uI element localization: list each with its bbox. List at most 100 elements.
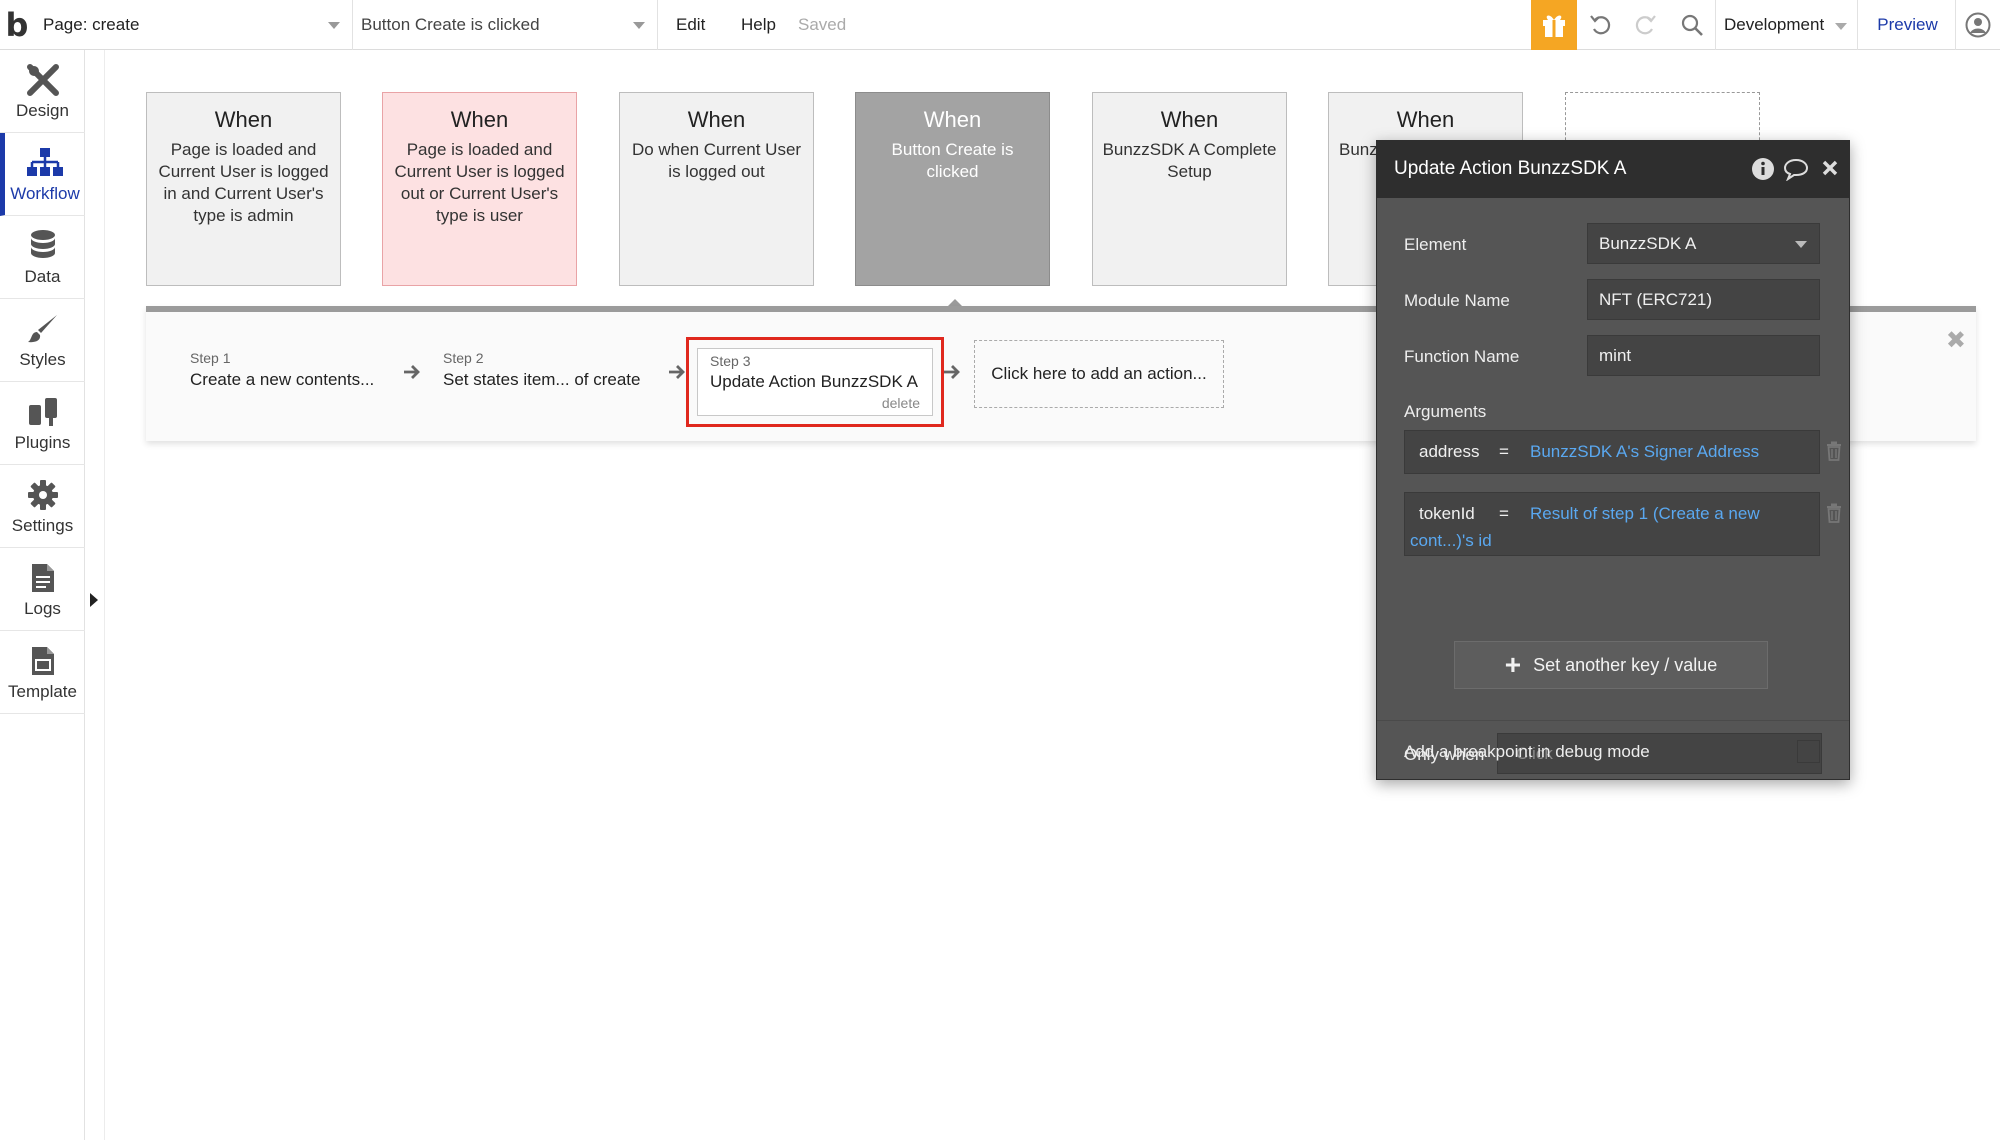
- gear-icon: [27, 476, 59, 514]
- preview-link[interactable]: Preview: [1860, 0, 1956, 50]
- saved-status: Saved: [798, 15, 847, 34]
- nav-label: Template: [8, 682, 77, 701]
- step-title: Set states item... of create: [443, 370, 641, 389]
- environment-selector[interactable]: Development: [1716, 0, 1858, 50]
- argument-row[interactable]: address = BunzzSDK A's Signer Address: [1404, 430, 1820, 474]
- event-description: Page is loaded and Current User is logge…: [158, 140, 329, 225]
- page-selector[interactable]: Page: create: [35, 0, 353, 50]
- argument-equals: =: [1499, 504, 1509, 523]
- help-menu[interactable]: Help: [741, 0, 776, 50]
- database-icon: [29, 227, 57, 265]
- edit-menu[interactable]: Edit: [676, 0, 705, 50]
- chevron-down-icon: [633, 22, 645, 29]
- redo-icon: [1635, 15, 1656, 35]
- nav-label: Plugins: [14, 433, 71, 452]
- event-card[interactable]: When Page is loaded and Current User is …: [382, 92, 577, 286]
- step-title: Update Action BunzzSDK A: [710, 372, 918, 391]
- close-icon[interactable]: ✖: [1946, 326, 1966, 355]
- account-button[interactable]: [1956, 0, 2000, 50]
- workflow-step-2[interactable]: Step 2 Set states item... of create: [443, 350, 640, 390]
- left-nav: Design Workflow Data Styles Plugins Sett…: [0, 50, 85, 1140]
- arrow-right-icon: [944, 365, 960, 379]
- argument-value[interactable]: BunzzSDK A's Signer Address: [1530, 438, 1759, 466]
- panel-header: Update Action BunzzSDK A: [1377, 141, 1849, 198]
- event-card[interactable]: When Do when Current User is logged out: [619, 92, 814, 286]
- panel-title: Update Action BunzzSDK A: [1394, 158, 1627, 179]
- page-selector-label: Page: create: [43, 15, 140, 34]
- trash-icon[interactable]: [1826, 441, 1842, 461]
- redo-button[interactable]: [1624, 0, 1666, 50]
- argument-row[interactable]: tokenId = Result of step 1 (Create a new…: [1404, 492, 1820, 556]
- design-icon: [26, 61, 60, 99]
- bubble-logo[interactable]: b: [0, 0, 34, 50]
- event-when: When: [687, 107, 746, 132]
- element-value: BunzzSDK A: [1599, 233, 1697, 253]
- canvas-divider: [104, 50, 105, 1140]
- nav-styles[interactable]: Styles: [0, 299, 85, 382]
- nav-design[interactable]: Design: [0, 50, 85, 133]
- nav-template[interactable]: Template: [0, 631, 85, 714]
- event-card[interactable]: When Page is loaded and Current User is …: [146, 92, 341, 286]
- template-icon: [30, 642, 56, 680]
- nav-logs[interactable]: Logs: [0, 548, 85, 631]
- function-name-label: Function Name: [1404, 347, 1520, 366]
- nav-label: Workflow: [10, 184, 80, 203]
- delete-step-link[interactable]: delete: [882, 395, 920, 411]
- gift-icon: [1543, 15, 1565, 37]
- nav-label: Design: [16, 101, 69, 120]
- workflow-step-3[interactable]: Step 3 Update Action BunzzSDK A delete: [697, 348, 933, 416]
- brush-icon: [26, 310, 60, 348]
- event-when: When: [923, 107, 982, 132]
- step-number: Step 1: [190, 350, 231, 366]
- nav-plugins[interactable]: Plugins: [0, 382, 85, 465]
- function-name-input[interactable]: mint: [1587, 335, 1820, 376]
- argument-key: address: [1419, 442, 1480, 461]
- element-dropdown[interactable]: BunzzSDK A: [1587, 223, 1820, 264]
- panel-divider: [1377, 720, 1849, 721]
- event-card[interactable]: When BunzzSDK A Complete Setup: [1092, 92, 1287, 286]
- breakpoint-checkbox[interactable]: [1797, 740, 1820, 763]
- event-when: When: [1396, 107, 1455, 132]
- module-name-label: Module Name: [1404, 291, 1510, 310]
- breakpoint-label: Add a breakpoint in debug mode: [1404, 742, 1650, 761]
- step-highlight-box: Step 3 Update Action BunzzSDK A delete: [686, 337, 944, 427]
- event-selector[interactable]: Button Create is clicked: [353, 0, 658, 50]
- argument-value-line2[interactable]: cont...)'s id: [1410, 527, 1492, 555]
- top-bar: b Page: create Button Create is clicked …: [0, 0, 2000, 50]
- step-number: Step 3: [710, 353, 751, 369]
- trash-icon[interactable]: [1826, 503, 1842, 523]
- info-icon[interactable]: [1751, 157, 1775, 181]
- expand-panel-icon[interactable]: [90, 593, 98, 607]
- nav-label: Styles: [19, 350, 66, 369]
- panel-body: Element BunzzSDK A Module Name NFT (ERC7…: [1377, 198, 1849, 779]
- plus-icon: +: [1504, 649, 1522, 680]
- argument-equals: =: [1499, 442, 1509, 461]
- event-description: Do when Current User is logged out: [631, 140, 802, 181]
- arrow-right-icon: [404, 365, 420, 379]
- nav-label: Settings: [11, 516, 74, 535]
- undo-icon: [1590, 15, 1611, 35]
- undo-button[interactable]: [1580, 0, 1622, 50]
- add-action-button[interactable]: Click here to add an action...: [974, 340, 1224, 408]
- module-name-input[interactable]: NFT (ERC721): [1587, 279, 1820, 320]
- set-another-key-value-button[interactable]: + Set another key / value: [1454, 641, 1768, 689]
- comment-icon[interactable]: [1783, 157, 1809, 181]
- action-editor-panel: Update Action BunzzSDK A Element BunzzSD…: [1376, 140, 1850, 780]
- close-icon[interactable]: [1821, 159, 1839, 177]
- environment-label: Development: [1724, 15, 1825, 34]
- search-button[interactable]: [1668, 0, 1716, 50]
- chevron-down-icon: [1835, 23, 1847, 30]
- element-label: Element: [1404, 235, 1467, 254]
- set-another-label: Set another key / value: [1533, 654, 1718, 675]
- nav-workflow[interactable]: Workflow: [0, 133, 85, 216]
- workflow-step-1[interactable]: Step 1 Create a new contents...: [190, 350, 374, 390]
- nav-settings[interactable]: Settings: [0, 465, 85, 548]
- event-description: BunzzSDK A Complete Setup: [1102, 140, 1277, 181]
- nav-label: Data: [24, 267, 61, 286]
- argument-value-line1[interactable]: Result of step 1 (Create a new: [1530, 500, 1760, 528]
- gift-button[interactable]: [1531, 0, 1577, 50]
- nav-data[interactable]: Data: [0, 216, 85, 299]
- event-selector-label: Button Create is clicked: [361, 15, 540, 34]
- event-card-selected[interactable]: When Button Create is clicked: [855, 92, 1050, 286]
- event-description: Page is loaded and Current User is logge…: [394, 140, 565, 225]
